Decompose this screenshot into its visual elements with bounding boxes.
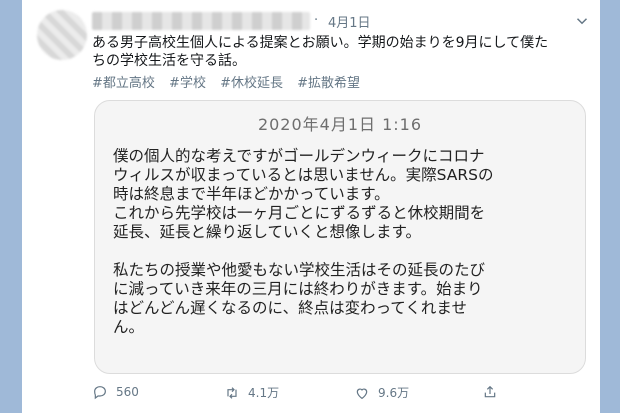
blurred-username[interactable]: [92, 12, 310, 30]
hashtag-link[interactable]: #休校延長: [220, 76, 283, 91]
share-button[interactable]: [482, 384, 506, 400]
separator-dot: ·: [314, 13, 319, 28]
share-icon: [484, 385, 496, 398]
attached-image[interactable]: 2020年4月1日 1:16 僕の個人的な考えですがゴールデンウィークにコロナ …: [94, 100, 586, 374]
retweet-count: 4.1万: [248, 386, 280, 400]
image-body-text: 僕の個人的な考えですがゴールデンウィークにコロナ ウィルスが収まっているとは思い…: [113, 147, 575, 337]
hashtag-link[interactable]: #学校: [169, 76, 206, 91]
image-text-line: [113, 242, 575, 261]
retweet-button[interactable]: 4.1万: [224, 384, 279, 401]
avatar[interactable]: [37, 10, 87, 60]
tweet-text-line: ちの学校生活を守る話。: [92, 53, 246, 69]
image-text-line: に減っていき来年の三月には終わりがきます。始まり: [113, 280, 483, 298]
image-text-line: はどんどん遅くなるのに、終点は変わってくれませ: [113, 299, 467, 317]
like-count: 9.6万: [378, 386, 410, 400]
image-text-line: ウィルスが収まっているとは思いません。実際SARSの: [113, 166, 494, 184]
reply-icon: [94, 386, 106, 400]
heart-icon: [356, 388, 368, 399]
hashtag-row: #都立高校 #学校 #休校延長 #拡散希望: [92, 72, 370, 91]
image-text-line: 延長、延長と繰り返していくと想像します。: [113, 223, 421, 241]
image-text-line: ん。: [113, 318, 145, 336]
tweet-card: · 4月1日 ある男子高校生個人による提案とお願い。学期の始まりを9月にして僕た…: [22, 0, 600, 413]
hashtag-link[interactable]: #都立高校: [92, 76, 155, 91]
image-text-line: これから先学校は一ヶ月ごとにずるずると休校期間を: [113, 204, 486, 222]
retweet-icon: [227, 386, 237, 399]
reply-button[interactable]: 560: [92, 384, 139, 400]
image-text-line: 私たちの授業や他愛もない学校生活はその延長のたび: [113, 261, 486, 279]
like-button[interactable]: 9.6万: [354, 384, 409, 401]
tweet-date[interactable]: 4月1日: [328, 12, 371, 31]
hashtag-link[interactable]: #拡散希望: [297, 76, 360, 91]
image-text-line: 時は終息まで半年ほどかかっています。: [113, 185, 390, 203]
tweet-text: ある男子高校生個人による提案とお願い。学期の始まりを9月にして僕た ちの学校生活…: [92, 34, 592, 70]
image-timestamp: 2020年4月1日 1:16: [257, 115, 423, 134]
chevron-down-icon[interactable]: [573, 12, 591, 30]
tweet-text-line: ある男子高校生個人による提案とお願い。学期の始まりを9月にして僕た: [92, 35, 549, 51]
action-bar: 560 4.1万 9.6万: [92, 384, 592, 406]
reply-count: 560: [116, 385, 139, 399]
image-text-line: 僕の個人的な考えですがゴールデンウィークにコロナ: [113, 147, 485, 165]
